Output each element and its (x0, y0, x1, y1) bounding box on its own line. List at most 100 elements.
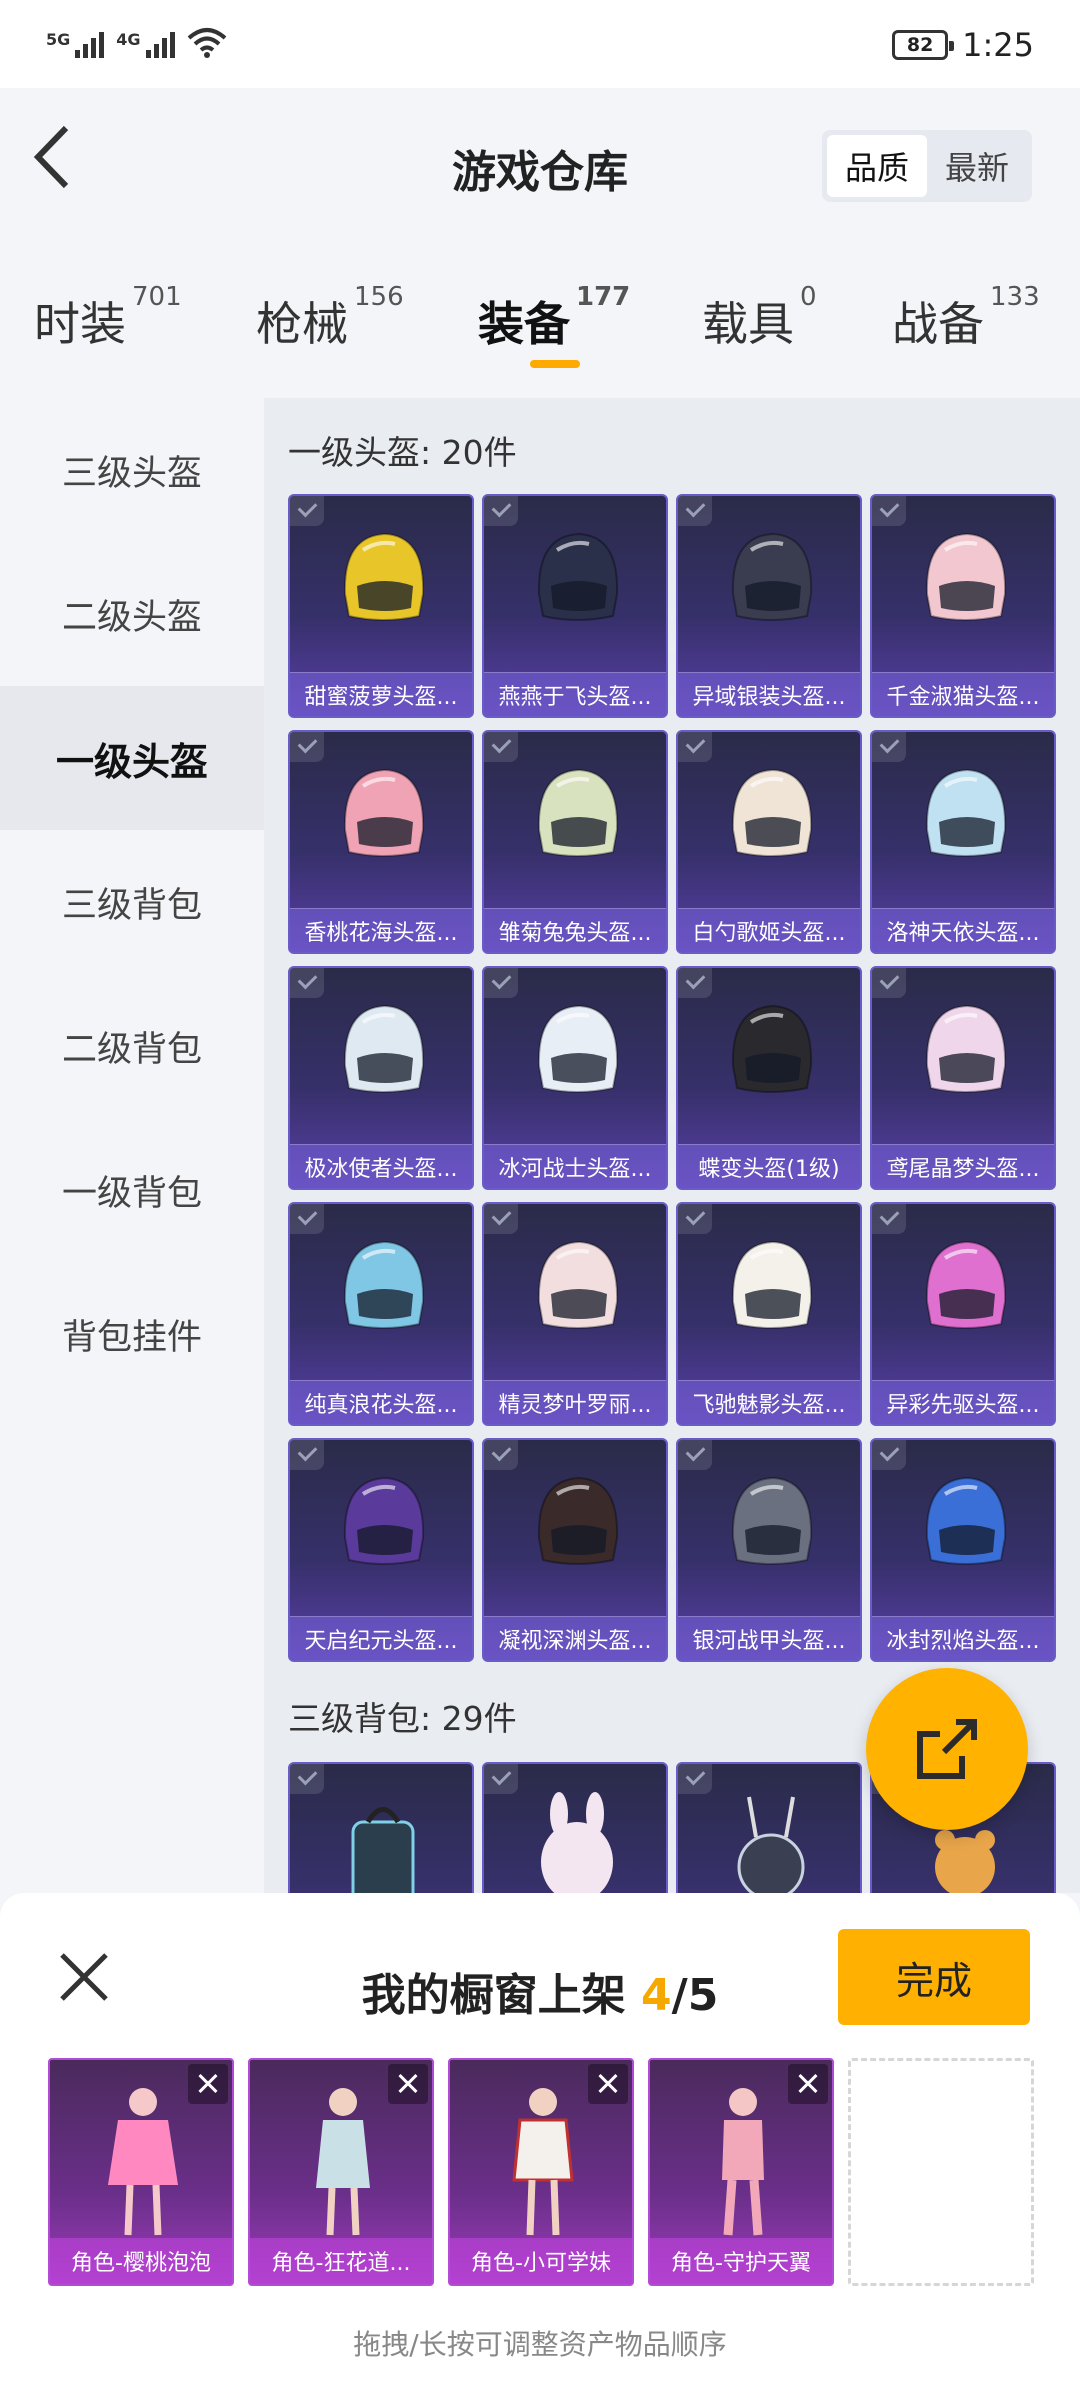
helmet-icon (925, 532, 1007, 621)
helmet-icon (925, 1240, 1007, 1329)
sidebar-item-lvl3-backpack[interactable]: 三级背包 (0, 830, 264, 974)
helmet-card[interactable]: 鸢尾晶梦头盔... (870, 966, 1056, 1190)
bunny-backpack-icon (541, 1792, 613, 1893)
signal-5g-icon: 5G (46, 30, 105, 58)
tab-count: 0 (800, 282, 817, 312)
helmet-card[interactable]: 天启纪元头盔... (288, 1438, 474, 1662)
character-figure-icon (108, 2088, 178, 2236)
shelf-slot[interactable]: 角色-小可学妹 (448, 2058, 634, 2286)
tab-vehicles[interactable]: 载具 0 (702, 282, 817, 354)
remove-icon[interactable] (788, 2064, 828, 2104)
select-check-icon[interactable] (484, 1440, 518, 1470)
shelf-slot[interactable]: 角色-狂花道... (248, 2058, 434, 2286)
helmet-card[interactable]: 极冰使者头盔... (288, 966, 474, 1190)
helmet-card[interactable]: 千金淑猫头盔... (870, 494, 1056, 718)
select-check-icon[interactable] (872, 968, 906, 998)
helmet-icon (731, 768, 813, 857)
sidebar-item-lvl1-helmet[interactable]: 一级头盔 (0, 686, 264, 830)
helmet-card[interactable]: 冰河战士头盔... (482, 966, 668, 1190)
sort-latest-button[interactable]: 最新 (927, 135, 1027, 197)
helmet-card[interactable]: 银河战甲头盔... (676, 1438, 862, 1662)
helmet-name: 异域银装头盔... (678, 672, 860, 716)
sidebar-item-lvl1-backpack[interactable]: 一级背包 (0, 1118, 264, 1262)
backpack-card[interactable] (482, 1762, 668, 1893)
tab-equipment[interactable]: 装备 177 (478, 282, 630, 354)
select-check-icon[interactable] (678, 1440, 712, 1470)
tab-count: 177 (576, 282, 631, 312)
wifi-icon (187, 28, 226, 58)
tab-guns[interactable]: 枪械 156 (256, 282, 404, 354)
helmet-card[interactable]: 燕燕于飞头盔... (482, 494, 668, 718)
helmet-card[interactable]: 凝视深渊头盔... (482, 1438, 668, 1662)
select-check-icon[interactable] (872, 496, 906, 526)
select-check-icon[interactable] (872, 1440, 906, 1470)
category-sidebar: 三级头盔 二级头盔 一级头盔 三级背包 二级背包 一级背包 背包挂件 (0, 398, 264, 1893)
select-check-icon[interactable] (290, 1440, 324, 1470)
helmet-card[interactable]: 冰封烈焰头盔... (870, 1438, 1056, 1662)
select-check-icon[interactable] (484, 968, 518, 998)
character-figure-icon (722, 2088, 764, 2236)
helmet-icon (731, 1476, 813, 1565)
select-check-icon[interactable] (872, 732, 906, 762)
helmet-card[interactable]: 纯真浪花头盔... (288, 1202, 474, 1426)
helmet-card[interactable]: 洛神天依头盔... (870, 730, 1056, 954)
helmet-name: 银河战甲头盔... (678, 1616, 860, 1660)
select-check-icon[interactable] (290, 968, 324, 998)
helmet-card[interactable]: 雏菊兔兔头盔... (482, 730, 668, 954)
sort-quality-button[interactable]: 品质 (827, 135, 927, 197)
status-right: 82 1:25 (892, 26, 1034, 64)
helmet-card[interactable]: 香桃花海头盔... (288, 730, 474, 954)
helmet-icon (925, 768, 1007, 857)
sidebar-item-lvl2-backpack[interactable]: 二级背包 (0, 974, 264, 1118)
section-title-lvl3-backpack: 三级背包: 29件 (288, 1699, 517, 1738)
helmet-card[interactable]: 异彩先驱头盔... (870, 1202, 1056, 1426)
select-check-icon[interactable] (290, 1204, 324, 1234)
select-check-icon[interactable] (484, 496, 518, 526)
remove-icon[interactable] (188, 2064, 228, 2104)
select-check-icon[interactable] (678, 968, 712, 998)
helmet-card[interactable]: 精灵梦叶罗丽... (482, 1202, 668, 1426)
shelf-slot-empty[interactable] (848, 2058, 1034, 2286)
select-check-icon[interactable] (484, 1204, 518, 1234)
backpack-card[interactable] (676, 1762, 862, 1893)
shelf-slot[interactable]: 角色-樱桃泡泡 (48, 2058, 234, 2286)
select-check-icon[interactable] (290, 496, 324, 526)
helmet-name: 蝶变头盔(1级) (678, 1144, 860, 1188)
select-check-icon[interactable] (678, 1204, 712, 1234)
select-check-icon[interactable] (290, 732, 324, 762)
select-check-icon[interactable] (290, 1764, 324, 1794)
helmet-icon (537, 1476, 619, 1565)
helmet-card[interactable]: 白勺歌姬头盔... (676, 730, 862, 954)
shelf-slot[interactable]: 角色-守护天翼 (648, 2058, 834, 2286)
select-check-icon[interactable] (484, 1764, 518, 1794)
backpack-icon (351, 1807, 415, 1893)
helmet-name: 甜蜜菠萝头盔... (290, 672, 472, 716)
select-check-icon[interactable] (872, 1204, 906, 1234)
select-check-icon[interactable] (678, 732, 712, 762)
helmet-name: 白勺歌姬头盔... (678, 908, 860, 952)
signal-5g-label: 5G (46, 30, 71, 49)
tab-fashion[interactable]: 时装 701 (34, 282, 182, 354)
remove-icon[interactable] (588, 2064, 628, 2104)
battery-level: 82 (906, 34, 934, 56)
sidebar-item-lvl3-helmet[interactable]: 三级头盔 (0, 398, 264, 542)
helmet-card[interactable]: 飞驰魅影头盔... (676, 1202, 862, 1426)
helmet-card[interactable]: 甜蜜菠萝头盔... (288, 494, 474, 718)
select-check-icon[interactable] (678, 1764, 712, 1794)
shelf-total: /5 (671, 1970, 719, 2021)
tab-label: 载具 (702, 297, 794, 351)
share-icon (917, 1719, 977, 1779)
done-button[interactable]: 完成 (838, 1929, 1030, 2025)
tab-gear[interactable]: 战备 133 (892, 282, 1040, 354)
share-button[interactable] (866, 1668, 1028, 1830)
sidebar-item-lvl2-helmet[interactable]: 二级头盔 (0, 542, 264, 686)
helmet-icon (537, 1004, 619, 1093)
backpack-card[interactable] (288, 1762, 474, 1893)
remove-icon[interactable] (388, 2064, 428, 2104)
select-check-icon[interactable] (678, 496, 712, 526)
select-check-icon[interactable] (484, 732, 518, 762)
sidebar-item-backpack-charm[interactable]: 背包挂件 (0, 1262, 264, 1406)
helmet-card[interactable]: 蝶变头盔(1级) (676, 966, 862, 1190)
helmet-icon (343, 768, 425, 857)
helmet-card[interactable]: 异域银装头盔... (676, 494, 862, 718)
